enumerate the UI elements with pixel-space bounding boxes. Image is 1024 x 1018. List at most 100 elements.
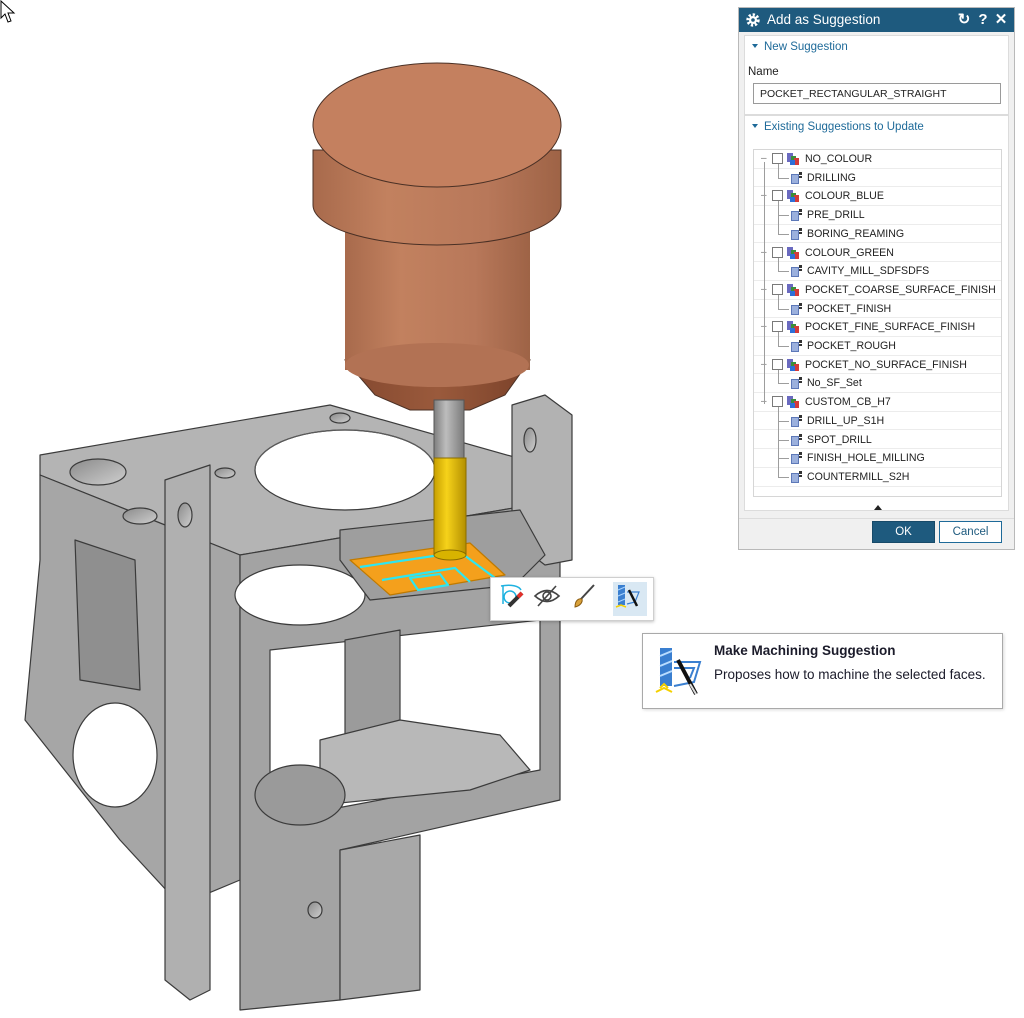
tree-operation-row[interactable]: CAVITY_MILL_SDFSDFS bbox=[754, 262, 1001, 281]
name-input[interactable] bbox=[753, 83, 1001, 104]
operation-label: DRILL_UP_S1H bbox=[807, 414, 885, 427]
operation-icon bbox=[790, 227, 803, 241]
operation-icon bbox=[790, 414, 803, 428]
part-left-opening bbox=[74, 539, 141, 691]
operation-label: DRILLING bbox=[807, 171, 856, 184]
group-checkbox[interactable] bbox=[772, 283, 783, 295]
paint-button[interactable] bbox=[569, 582, 603, 616]
tree-connector bbox=[764, 162, 765, 404]
suggestions-tree[interactable]: – NO_COLOUR DRILLING – COLOUR_BLUE PRE_DRILL B… bbox=[753, 149, 1002, 497]
suggestion-group-icon bbox=[786, 246, 800, 260]
tree-group-row[interactable]: – POCKET_FINE_SURFACE_FINISH bbox=[754, 318, 1001, 337]
dialog-titlebar[interactable]: Add as Suggestion ↻ ? ✕ bbox=[739, 8, 1014, 32]
tree-connector bbox=[778, 257, 779, 272]
group-checkbox[interactable] bbox=[772, 321, 783, 333]
tree-group-row[interactable]: – POCKET_NO_SURFACE_FINISH bbox=[754, 356, 1001, 375]
group-label: NO_COLOUR bbox=[805, 153, 873, 165]
group-checkbox[interactable] bbox=[772, 153, 783, 164]
suggestion-group-icon bbox=[786, 320, 800, 334]
collapse-triangle-icon bbox=[752, 43, 758, 48]
group-label: CUSTOM_CB_H7 bbox=[805, 396, 891, 409]
group-label: COLOUR_BLUE bbox=[805, 190, 884, 203]
machining-suggestion-icon bbox=[655, 648, 702, 695]
tool-shank bbox=[433, 399, 465, 461]
collapse-arrow-icon[interactable] bbox=[874, 505, 882, 510]
new-suggestion-header[interactable]: New Suggestion bbox=[752, 41, 848, 53]
tree-connector bbox=[778, 164, 779, 178]
tree-connector bbox=[778, 476, 789, 478]
operation-label: FINISH_HOLE_MILLING bbox=[807, 452, 925, 465]
tree-connector bbox=[778, 215, 789, 217]
tree-connector bbox=[778, 346, 789, 347]
tree-operation-row[interactable]: COUNTERMILL_S2H bbox=[754, 468, 1001, 487]
operation-label: POCKET_FINISH bbox=[807, 302, 892, 315]
reset-button[interactable]: ↻ bbox=[955, 10, 973, 30]
suggestion-group-icon bbox=[786, 358, 800, 372]
group-label: POCKET_COARSE_SURFACE_FINISH bbox=[805, 283, 996, 296]
tree-group-row[interactable]: – COLOUR_BLUE bbox=[754, 187, 1001, 207]
edit-sketch-button[interactable] bbox=[497, 582, 531, 616]
group-label: COLOUR_GREEN bbox=[805, 246, 894, 259]
dialog-title: Add as Suggestion bbox=[767, 12, 881, 27]
group-label: POCKET_NO_SURFACE_FINISH bbox=[805, 358, 967, 371]
tree-operation-row[interactable]: POCKET_FINISH bbox=[754, 300, 1001, 319]
group-checkbox[interactable] bbox=[772, 358, 783, 370]
operation-icon bbox=[790, 339, 803, 353]
tooltip-make-machining-suggestion: Make Machining Suggestion Proposes how t… bbox=[642, 633, 1003, 709]
operation-label: SPOT_DRILL bbox=[807, 433, 872, 446]
tree-group-row[interactable]: – COLOUR_GREEN bbox=[754, 244, 1001, 263]
part-rib bbox=[164, 464, 211, 1001]
tree-connector bbox=[778, 369, 779, 384]
graphics-viewport[interactable] bbox=[0, 0, 740, 1018]
operation-label: CAVITY_MILL_SDFSDFS bbox=[807, 265, 930, 278]
tree-connector bbox=[778, 420, 789, 422]
tree-operation-row[interactable]: DRILLING bbox=[754, 169, 1001, 188]
operation-label: POCKET_ROUGH bbox=[807, 340, 896, 352]
suggestion-group-icon bbox=[786, 189, 800, 203]
collapse-triangle-icon bbox=[752, 123, 758, 128]
divider bbox=[739, 518, 1014, 519]
cancel-button[interactable]: Cancel bbox=[939, 521, 1002, 543]
existing-suggestions-header[interactable]: Existing Suggestions to Update bbox=[752, 121, 924, 133]
tool-cutter bbox=[433, 457, 467, 556]
name-label: Name bbox=[748, 66, 779, 78]
ok-button[interactable]: OK bbox=[872, 521, 935, 543]
operation-icon bbox=[790, 264, 803, 278]
group-checkbox[interactable] bbox=[772, 246, 783, 258]
group-checkbox[interactable] bbox=[772, 190, 783, 202]
gear-icon bbox=[746, 13, 760, 27]
operation-label: PRE_DRILL bbox=[807, 209, 865, 222]
suggestion-group-icon bbox=[786, 395, 800, 409]
tooltip-title: Make Machining Suggestion bbox=[714, 643, 896, 658]
operation-icon bbox=[790, 470, 803, 484]
sketch-pencil-icon bbox=[500, 584, 524, 608]
mini-toolbar bbox=[490, 577, 654, 621]
tree-connector bbox=[778, 201, 779, 234]
tree-operation-row[interactable]: FINISH_HOLE_MILLING bbox=[754, 449, 1001, 468]
tree-operation-row[interactable]: DRILL_UP_S1H bbox=[754, 412, 1001, 431]
operation-label: COUNTERMILL_S2H bbox=[807, 470, 910, 483]
tree-operation-row[interactable]: PRE_DRILL bbox=[754, 206, 1001, 225]
tree-group-row[interactable]: – NO_COLOUR bbox=[754, 150, 1001, 169]
mouse-cursor-icon bbox=[0, 0, 16, 23]
hide-button[interactable] bbox=[533, 582, 567, 616]
tree-operation-row[interactable]: BORING_REAMING bbox=[754, 225, 1001, 244]
make-machining-suggestion-button[interactable] bbox=[613, 582, 647, 616]
operation-icon bbox=[790, 433, 803, 447]
tree-group-row[interactable]: – POCKET_COARSE_SURFACE_FINISH bbox=[754, 281, 1001, 300]
close-button[interactable]: ✕ bbox=[992, 10, 1010, 30]
tree-connector bbox=[778, 308, 789, 310]
add-as-suggestion-dialog: Add as Suggestion ↻ ? ✕ New Suggestion N… bbox=[738, 7, 1015, 550]
machining-suggestion-icon bbox=[615, 585, 640, 608]
tree-group-row[interactable]: – CUSTOM_CB_H7 bbox=[754, 393, 1001, 412]
tree-connector bbox=[778, 294, 779, 309]
tree-connector bbox=[778, 439, 789, 441]
tree-operation-row[interactable]: POCKET_ROUGH bbox=[754, 337, 1001, 356]
operation-label: No_SF_Set bbox=[807, 377, 862, 390]
tree-operation-row[interactable]: SPOT_DRILL bbox=[754, 431, 1001, 450]
group-checkbox[interactable] bbox=[772, 396, 783, 408]
tool-holder-top bbox=[312, 62, 562, 188]
existing-suggestions-header-label: Existing Suggestions to Update bbox=[764, 121, 924, 133]
help-button[interactable]: ? bbox=[974, 10, 992, 30]
tree-operation-row[interactable]: No_SF_Set bbox=[754, 374, 1001, 394]
